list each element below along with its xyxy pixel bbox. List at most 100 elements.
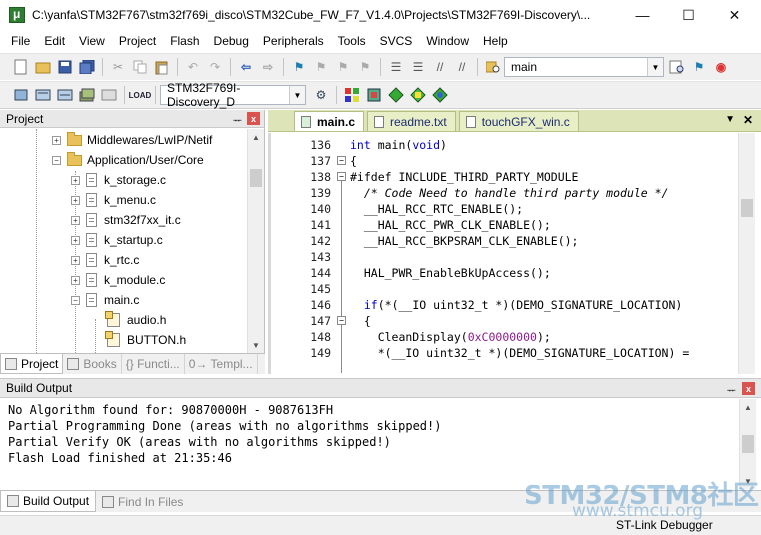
scroll-down-icon[interactable]: ▼ [248, 337, 264, 353]
target-options-icon[interactable]: ⚙ [312, 86, 330, 104]
build-output-scrollbar[interactable]: ▲ ▼ [739, 399, 756, 489]
menu-window[interactable]: Window [419, 30, 476, 52]
clear-bookmarks-icon[interactable]: ⚑ [356, 58, 374, 76]
paste-icon[interactable] [153, 58, 171, 76]
tab-templates[interactable]: 0→ Templ... [185, 354, 258, 374]
tab-books[interactable]: Books [63, 354, 122, 374]
maximize-button[interactable]: ☐ [666, 0, 711, 30]
manage-components-icon[interactable] [343, 86, 361, 104]
editor-tab-readme[interactable]: readme.txt [367, 111, 456, 131]
navigate-back-icon[interactable]: ⇦ [237, 58, 255, 76]
close-icon[interactable]: x [742, 382, 755, 395]
chevron-down-icon[interactable]: ▼ [647, 58, 663, 76]
incremental-find-icon[interactable]: ⚑ [690, 58, 708, 76]
tree-item[interactable]: − main.c [71, 290, 139, 310]
tree-item[interactable]: + Middlewares/LwIP/Netif [52, 130, 212, 150]
redo-icon[interactable]: ↷ [206, 58, 224, 76]
tree-item[interactable]: audio.h [105, 310, 166, 330]
find-icon[interactable] [668, 58, 686, 76]
scroll-down-icon[interactable]: ▼ [740, 473, 756, 489]
uncomment-icon[interactable]: // [453, 58, 471, 76]
expand-icon[interactable]: + [71, 215, 80, 225]
stop-build-icon[interactable] [100, 86, 118, 104]
menu-file[interactable]: File [0, 30, 37, 52]
editor-scrollbar[interactable] [738, 133, 755, 374]
tree-item[interactable]: − Application/User/Core [52, 150, 204, 170]
collapse-icon[interactable]: − [71, 295, 80, 305]
tab-project[interactable]: Project [0, 354, 64, 374]
editor-tab-touchgfx[interactable]: touchGFX_win.c [458, 111, 579, 131]
expand-icon[interactable]: + [71, 195, 80, 205]
new-file-icon[interactable] [12, 58, 30, 76]
tree-item[interactable]: + k_rtc.c [71, 250, 139, 270]
fold-icon[interactable]: − [337, 156, 346, 165]
debug-session-icon[interactable]: ◉ [712, 58, 730, 76]
tree-item[interactable]: + k_storage.c [71, 170, 166, 190]
tab-build-output[interactable]: Build Output [0, 491, 97, 512]
pin-icon[interactable]: ᅲ [233, 112, 242, 127]
tab-list-icon[interactable]: ▼ [725, 114, 735, 125]
next-bookmark-icon[interactable]: ⚑ [334, 58, 352, 76]
scrollbar-thumb[interactable] [250, 169, 262, 187]
find-in-files-icon[interactable] [484, 58, 502, 76]
file-extensions-icon[interactable] [365, 86, 383, 104]
menu-peripherals[interactable]: Peripherals [256, 30, 331, 52]
editor-tab-main-c[interactable]: main.c [294, 111, 365, 131]
tab-find-in-files[interactable]: Find In Files [96, 491, 189, 512]
chevron-down-icon[interactable]: ▼ [289, 86, 305, 104]
tree-item[interactable]: + stm32f7xx_it.c [71, 210, 181, 230]
run-time-environment-icon[interactable] [431, 86, 449, 104]
close-icon[interactable]: x [247, 112, 260, 125]
code-area[interactable]: 136 int main(void) 137−{ 138− #ifdef INCLU… [268, 133, 761, 374]
menu-view[interactable]: View [72, 30, 112, 52]
unindent-icon[interactable]: ☰ [409, 58, 427, 76]
menu-edit[interactable]: Edit [37, 30, 72, 52]
tree-item[interactable]: + k_startup.c [71, 230, 163, 250]
undo-icon[interactable]: ↶ [184, 58, 202, 76]
select-software-packs-icon[interactable] [409, 86, 427, 104]
indent-icon[interactable]: ☰ [387, 58, 405, 76]
menu-flash[interactable]: Flash [163, 30, 206, 52]
close-editor-icon[interactable]: ✕ [743, 113, 753, 127]
cut-icon[interactable]: ✂ [109, 58, 127, 76]
tab-functions[interactable]: {} Functi... [122, 354, 185, 374]
tree-item[interactable]: + k_module.c [71, 270, 165, 290]
close-button[interactable]: ✕ [712, 0, 757, 30]
menu-svcs[interactable]: SVCS [373, 30, 420, 52]
scroll-up-icon[interactable]: ▲ [248, 129, 264, 145]
fold-icon[interactable]: − [337, 172, 346, 181]
load-download-icon[interactable]: LOAD [129, 86, 152, 104]
target-select[interactable]: STM32F769I-Discovery_D ▼ [160, 81, 306, 109]
save-icon[interactable] [56, 58, 74, 76]
fold-icon[interactable]: − [337, 316, 346, 325]
save-all-icon[interactable] [78, 58, 96, 76]
scroll-up-icon[interactable]: ▲ [740, 399, 756, 415]
copy-icon[interactable] [131, 58, 149, 76]
pin-icon[interactable]: ᅲ [727, 382, 736, 397]
scrollbar-thumb[interactable] [742, 435, 754, 453]
project-tree-scrollbar[interactable]: ▲ ▼ [247, 129, 264, 353]
tree-item[interactable]: BUTTON.h [105, 330, 186, 350]
scrollbar-thumb[interactable] [741, 199, 753, 217]
navigate-forward-icon[interactable]: ⇨ [259, 58, 277, 76]
menu-project[interactable]: Project [112, 30, 163, 52]
collapse-icon[interactable]: − [52, 155, 61, 165]
expand-icon[interactable]: + [71, 175, 80, 185]
menu-debug[interactable]: Debug [207, 30, 256, 52]
expand-icon[interactable]: + [71, 255, 80, 265]
menu-help[interactable]: Help [476, 30, 515, 52]
expand-icon[interactable]: + [71, 235, 80, 245]
expand-icon[interactable]: + [71, 275, 80, 285]
find-combo[interactable]: main ▼ [504, 57, 664, 77]
translate-icon[interactable] [12, 86, 30, 104]
expand-icon[interactable]: + [52, 135, 61, 145]
minimize-button[interactable]: — [620, 0, 665, 30]
prev-bookmark-icon[interactable]: ⚑ [312, 58, 330, 76]
build-output-text[interactable]: No Algorithm found for: 90870000H - 9087… [8, 402, 738, 466]
pack-installer-icon[interactable] [387, 86, 405, 104]
rebuild-icon[interactable] [56, 86, 74, 104]
bookmark-icon[interactable]: ⚑ [290, 58, 308, 76]
open-folder-icon[interactable] [34, 58, 52, 76]
menu-tools[interactable]: Tools [331, 30, 373, 52]
tree-item[interactable]: + k_menu.c [71, 190, 156, 210]
